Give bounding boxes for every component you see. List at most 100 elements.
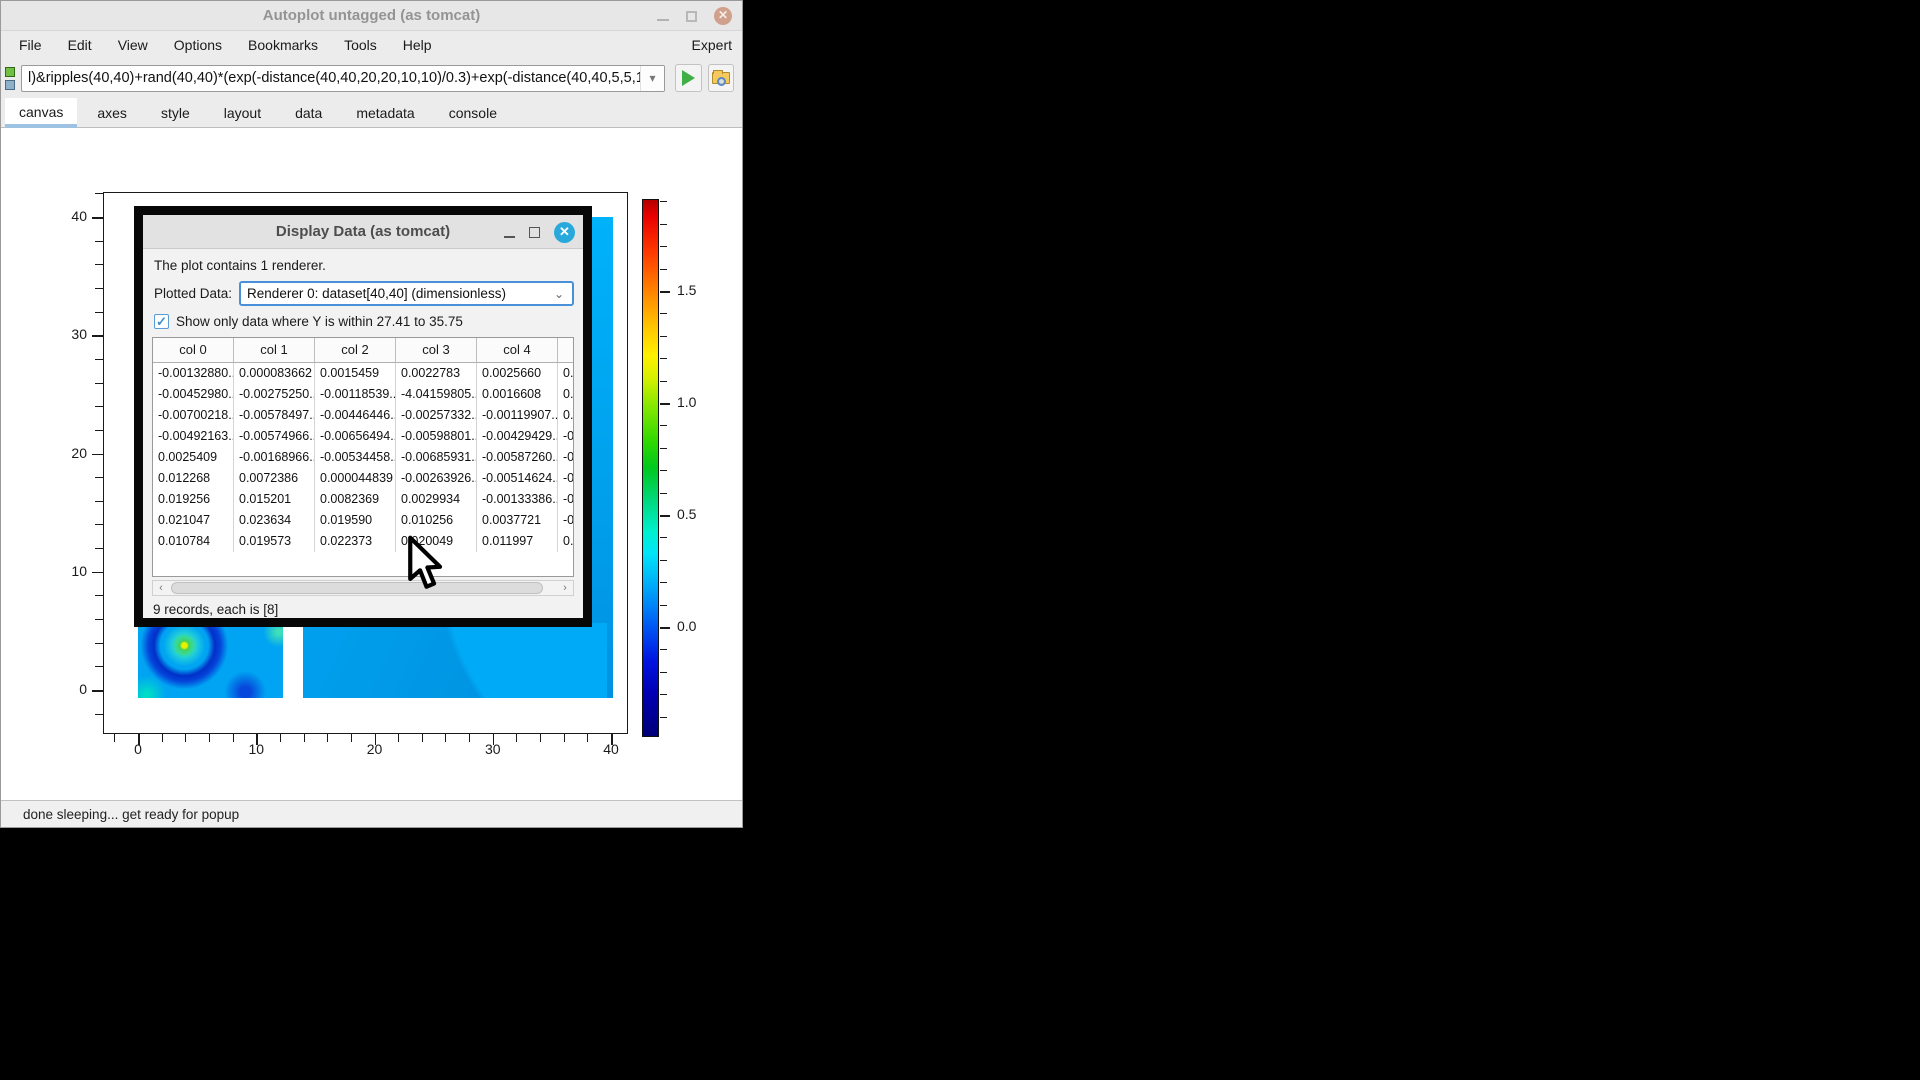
uri-combobox[interactable]: l)&ripples(40,40)+rand(40,40)*(exp(-dist… [21, 65, 665, 92]
colorbar-tick [660, 493, 667, 494]
colorbar-tick [660, 403, 670, 405]
uri-input[interactable]: l)&ripples(40,40)+rand(40,40)*(exp(-dist… [22, 70, 640, 86]
window-minimize-icon[interactable] [657, 19, 669, 21]
tab-axes[interactable]: axes [83, 99, 141, 127]
uri-dropdown-icon[interactable]: ▾ [640, 66, 664, 91]
colorbar-tick [660, 201, 667, 202]
plot-go-button[interactable] [675, 64, 702, 92]
y-tick [95, 477, 103, 478]
table-cell: -0.00656494... [315, 426, 396, 447]
filter-checkbox[interactable]: ✓ [154, 314, 169, 329]
menu-item-tools[interactable]: Tools [344, 37, 377, 53]
menu-item-bookmarks[interactable]: Bookmarks [248, 37, 318, 53]
expert-mode-label[interactable]: Expert [692, 37, 732, 53]
x-tick [114, 734, 115, 742]
table-horizontal-scrollbar[interactable]: ‹ › [152, 580, 574, 596]
column-header[interactable]: col 3 [396, 338, 477, 362]
table-row[interactable]: 0.0210470.0236340.0195900.0102560.003772… [153, 510, 573, 531]
table-cell: 0.015201 [234, 489, 315, 510]
y-tick [92, 690, 103, 692]
table-cell: 0.0015459 [315, 363, 396, 384]
scrollbar-track[interactable] [169, 581, 557, 595]
table-cell: 0.0037721 [477, 510, 558, 531]
y-tick [95, 714, 103, 715]
dialog-close-icon[interactable]: ✕ [554, 222, 575, 243]
column-header[interactable] [558, 338, 573, 362]
menu-item-help[interactable]: Help [403, 37, 432, 53]
table-cell: -0.00275250... [234, 384, 315, 405]
x-tick [185, 734, 186, 742]
table-cell: -0.00263926... [396, 468, 477, 489]
table-row[interactable]: -0.00492163...-0.00574966...-0.00656494.… [153, 426, 573, 447]
colorbar-tick [660, 560, 667, 561]
menu-item-file[interactable]: File [19, 37, 42, 53]
table-cell: -4.04159805... [396, 384, 477, 405]
table-row[interactable]: 0.0025409-0.00168966...-0.00534458...-0.… [153, 447, 573, 468]
table-row[interactable]: -0.00452980...-0.00275250...-0.00118539.… [153, 384, 573, 405]
colorbar-tick [660, 672, 667, 673]
table-row[interactable]: -0.00700218...-0.00578497...-0.00446446.… [153, 405, 573, 426]
window-maximize-icon[interactable] [686, 11, 697, 22]
table-cell: 0.010784 [153, 531, 234, 552]
scroll-right-icon[interactable]: › [557, 581, 573, 595]
column-header[interactable]: col 1 [234, 338, 315, 362]
colorbar-tick [660, 246, 667, 247]
table-cell: -0.00446446... [315, 405, 396, 426]
menu-item-options[interactable]: Options [174, 37, 222, 53]
x-tick-label: 10 [236, 741, 276, 757]
y-tick [95, 595, 103, 596]
plotted-data-combobox[interactable]: Renderer 0: dataset[40,40] (dimensionles… [239, 281, 574, 306]
table-cell: 0.019590 [315, 510, 396, 531]
column-header[interactable]: col 0 [153, 338, 234, 362]
table-row[interactable]: -0.00132880...0.0000836620.00154590.0022… [153, 363, 573, 384]
table-cell: 0.0025409 [153, 447, 234, 468]
y-tick-label: 40 [53, 208, 87, 224]
dialog-minimize-icon[interactable] [504, 236, 515, 238]
menu-item-view[interactable]: View [118, 37, 148, 53]
table-cell: 0.021047 [153, 510, 234, 531]
table-cell: 0.011997 [477, 531, 558, 552]
tab-layout[interactable]: layout [210, 99, 275, 127]
dialog-title: Display Data (as tomcat) [276, 223, 450, 240]
x-tick [280, 734, 281, 742]
scrollbar-thumb[interactable] [171, 582, 543, 594]
x-tick [327, 734, 328, 742]
dialog-maximize-icon[interactable] [529, 227, 540, 238]
x-tick [564, 734, 565, 742]
tab-console[interactable]: console [435, 99, 511, 127]
data-inspect-button[interactable] [708, 64, 735, 92]
table-row[interactable]: 0.0122680.00723860.000044839-0.00263926.… [153, 468, 573, 489]
colorbar [642, 199, 659, 737]
colorbar-tick [660, 336, 667, 337]
table-row[interactable]: 0.0107840.0195730.0223730.0200490.011997… [153, 531, 573, 552]
dialog-title-bar[interactable]: Display Data (as tomcat) ✕ [143, 215, 583, 249]
table-cell: 0.0025660 [477, 363, 558, 384]
colorbar-tick-label: 1.5 [677, 282, 717, 298]
y-tick [95, 241, 103, 242]
tab-metadata[interactable]: metadata [342, 99, 428, 127]
mouse-cursor [405, 535, 447, 593]
window-title: Autoplot untagged (as tomcat) [263, 7, 481, 24]
column-header[interactable]: col 4 [477, 338, 558, 362]
chevron-down-icon[interactable]: ⌄ [546, 287, 572, 301]
tab-style[interactable]: style [147, 99, 204, 127]
heatmap-ripple-region [138, 623, 283, 698]
table-cell: 0.0082369 [315, 489, 396, 510]
window-title-bar[interactable]: Autoplot untagged (as tomcat) ✕ [1, 1, 742, 31]
data-table[interactable]: col 0col 1col 2col 3col 4-0.00132880...0… [152, 337, 574, 577]
tab-canvas[interactable]: canvas [5, 98, 77, 128]
heatmap-flat-region [303, 623, 607, 698]
x-tick [469, 734, 470, 742]
tab-data[interactable]: data [281, 99, 336, 127]
scroll-left-icon[interactable]: ‹ [153, 581, 169, 595]
x-tick [445, 734, 446, 742]
window-close-icon[interactable]: ✕ [714, 7, 732, 25]
x-tick-label: 40 [591, 741, 631, 757]
blue-status-icon [5, 80, 15, 90]
table-cell: 0.00 [558, 405, 573, 426]
table-row[interactable]: 0.0192560.0152010.00823690.0029934-0.001… [153, 489, 573, 510]
y-tick [95, 264, 103, 265]
menu-item-edit[interactable]: Edit [68, 37, 92, 53]
colorbar-tick [660, 717, 667, 718]
column-header[interactable]: col 2 [315, 338, 396, 362]
